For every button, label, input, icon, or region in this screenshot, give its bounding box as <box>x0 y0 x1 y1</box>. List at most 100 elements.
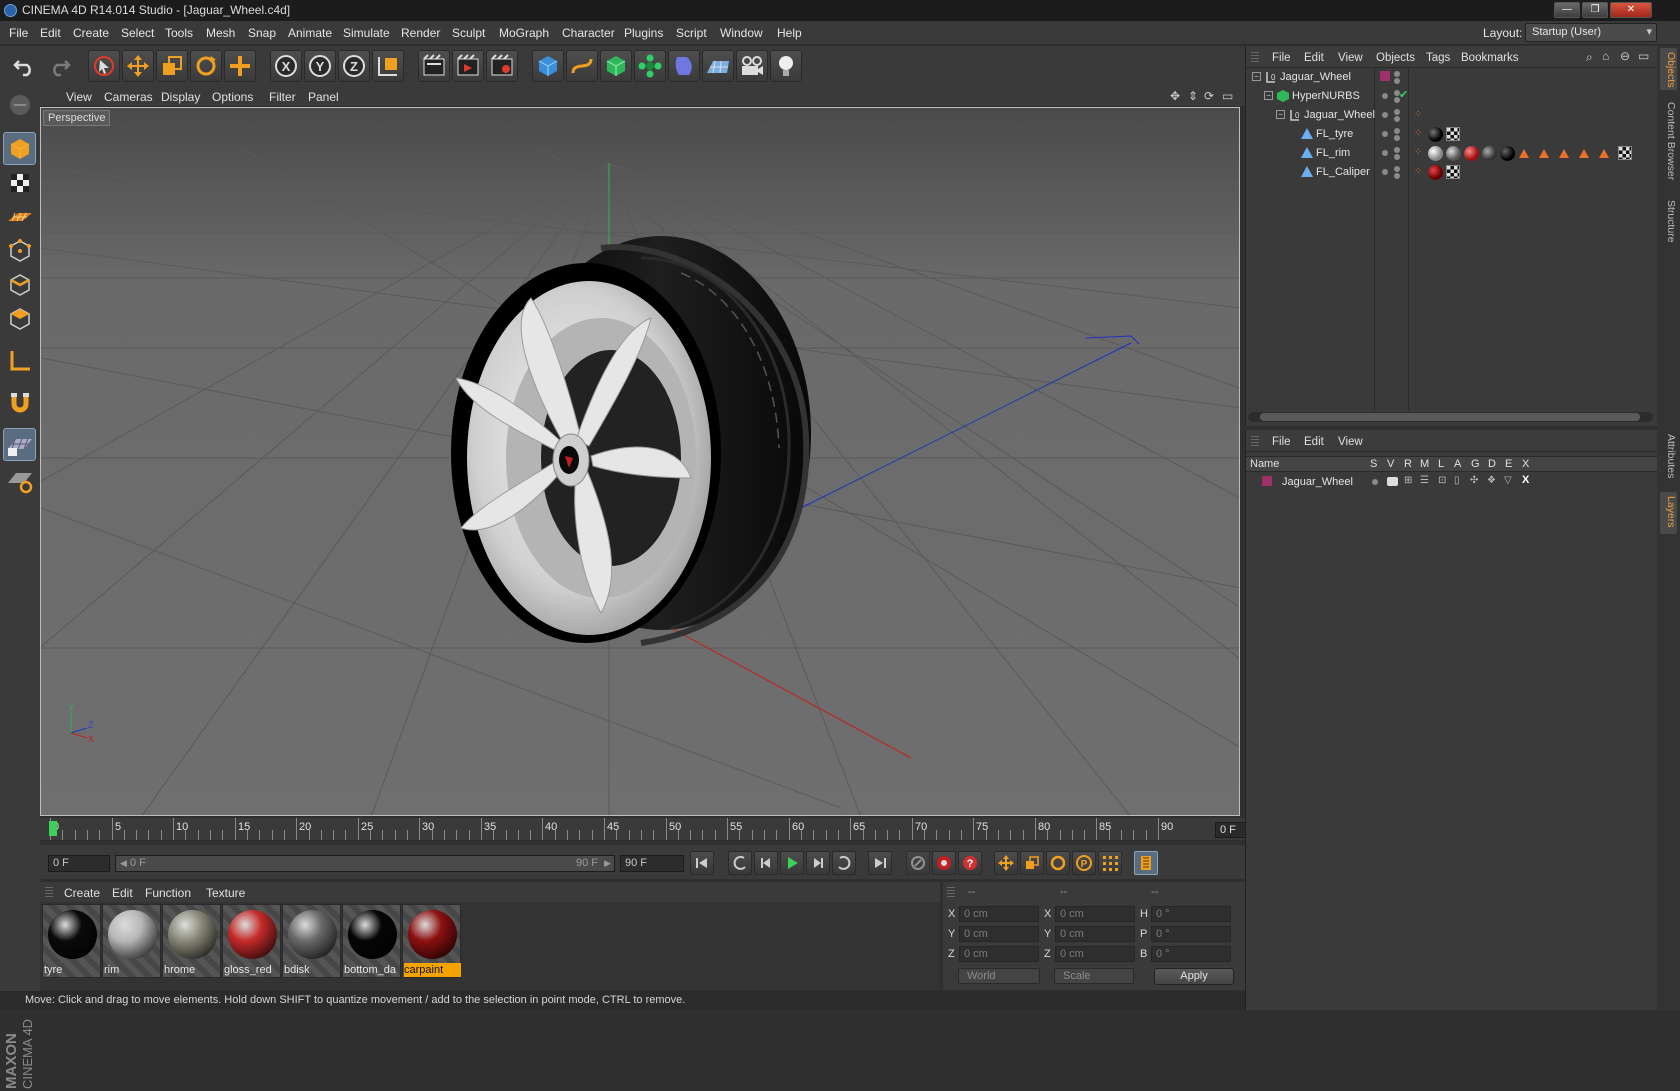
floor-icon[interactable] <box>702 50 734 82</box>
move-icon[interactable] <box>122 50 154 82</box>
previous-key-button[interactable] <box>728 851 752 875</box>
solo-toggle[interactable] <box>1372 479 1378 485</box>
maximize-button[interactable]: ❐ <box>1582 2 1608 18</box>
phong-tag-icon[interactable]: ⁘ <box>1414 147 1422 158</box>
point-level-animation-button[interactable] <box>1098 851 1122 875</box>
xref-toggle-icon[interactable]: X <box>1522 474 1529 486</box>
menu-file[interactable]: File <box>9 26 28 40</box>
col-manager[interactable]: M <box>1420 458 1429 470</box>
uvw-tag-icon[interactable] <box>1446 165 1460 179</box>
selection-tag-icon[interactable] <box>1579 149 1589 158</box>
material-tag-hrome[interactable] <box>1446 146 1461 161</box>
coordinate-system-icon[interactable] <box>372 50 404 82</box>
material-tag-gloss-red[interactable] <box>1464 146 1479 161</box>
object-row-hypernurbs[interactable]: − HyperNURBS ✔ <box>1246 86 1658 106</box>
coordinate-space-dropdown[interactable]: World <box>958 968 1040 984</box>
generator-toggle-icon[interactable]: ✣ <box>1470 475 1478 486</box>
uvw-tag-icon[interactable] <box>1446 127 1460 141</box>
range-right-arrow[interactable]: ▶ <box>604 856 611 871</box>
object-row-fl-rim[interactable]: FL_rim ⁘ <box>1246 143 1658 163</box>
material-swatch[interactable]: tyre <box>42 904 101 978</box>
material-tag-rim[interactable] <box>1428 146 1443 161</box>
menu-snap[interactable]: Snap <box>248 26 276 40</box>
menu-select[interactable]: Select <box>121 26 154 40</box>
render-visibility-dot[interactable] <box>1394 135 1400 141</box>
next-frame-button[interactable] <box>806 851 830 875</box>
timeline-ruler[interactable]: 051015202530354045505560657075808590 0 F <box>40 818 1279 840</box>
viewport-zoom-icon[interactable]: ⇕ <box>1188 89 1198 103</box>
goto-end-button[interactable] <box>868 851 892 875</box>
menu-plugins[interactable]: Plugins <box>624 26 663 40</box>
col-generators[interactable]: G <box>1471 458 1480 470</box>
nurbs-icon[interactable] <box>600 50 632 82</box>
render-visibility-dot[interactable] <box>1394 116 1400 122</box>
home-icon[interactable]: ⌂ <box>1602 49 1609 63</box>
polygons-mode-icon[interactable] <box>3 302 36 335</box>
model-mode-icon[interactable] <box>3 132 36 165</box>
range-left-arrow[interactable]: ◀ <box>120 858 127 868</box>
live-selection-icon[interactable] <box>88 50 120 82</box>
pos-y-field[interactable]: 0 cm <box>959 926 1039 942</box>
menu-animate[interactable]: Animate <box>288 26 332 40</box>
viewport-menu-filter[interactable]: Filter <box>269 90 296 104</box>
panel-grip-icon[interactable] <box>1251 436 1259 446</box>
workplane-icon[interactable] <box>3 200 36 233</box>
scale-icon[interactable] <box>156 50 188 82</box>
material-tag-bdisk[interactable] <box>1482 146 1497 161</box>
expression-toggle-icon[interactable]: ▽ <box>1504 475 1512 486</box>
editor-visibility-dot[interactable] <box>1382 131 1388 137</box>
jaguar-wheel-model[interactable] <box>451 236 811 646</box>
previous-frame-button[interactable] <box>754 851 778 875</box>
layout-dropdown[interactable]: Startup (User) <box>1525 23 1657 42</box>
scale-track-button[interactable] <box>1020 851 1044 875</box>
menu-script[interactable]: Script <box>676 26 707 40</box>
viewport-menu-display[interactable]: Display <box>161 90 200 104</box>
object-row-fl-tyre[interactable]: FL_tyre ⁘ <box>1246 124 1658 144</box>
record-active-objects-button[interactable] <box>906 851 930 875</box>
camera-icon[interactable] <box>736 50 768 82</box>
material-menu-texture[interactable]: Texture <box>206 886 245 900</box>
locked-workplane-icon[interactable] <box>3 428 36 461</box>
view-toggle-eye-icon[interactable] <box>1387 477 1398 486</box>
render-visibility-dot[interactable] <box>1394 173 1400 179</box>
collapse-icon[interactable]: − <box>1252 72 1261 81</box>
points-mode-icon[interactable] <box>3 234 36 267</box>
editor-visibility-dot[interactable] <box>1382 93 1388 99</box>
minimize-button[interactable]: — <box>1554 2 1580 18</box>
objects-menu-edit[interactable]: Edit <box>1304 52 1324 64</box>
preview-range-slider[interactable]: ◀ 0 F 90 F ▶ <box>115 855 615 872</box>
play-button[interactable] <box>780 851 804 875</box>
rot-b-field[interactable]: 0 ° <box>1151 946 1231 962</box>
material-swatch[interactable]: bottom_da <box>342 904 401 978</box>
make-editable-icon[interactable] <box>3 88 36 121</box>
selection-tag-icon[interactable] <box>1519 149 1529 158</box>
tab-structure[interactable]: Structure <box>1660 196 1677 252</box>
viewport-menu-options[interactable]: Options <box>212 90 253 104</box>
redo-icon[interactable] <box>44 50 76 82</box>
viewport-menu-view[interactable]: View <box>66 90 92 104</box>
menu-tools[interactable]: Tools <box>165 26 193 40</box>
z-axis-icon[interactable]: Z <box>338 50 370 82</box>
render-visibility-dot[interactable] <box>1394 109 1400 115</box>
end-frame-field[interactable]: 90 F <box>620 855 684 872</box>
parameter-track-button[interactable]: P <box>1072 851 1096 875</box>
rotation-track-button[interactable] <box>1046 851 1070 875</box>
col-deformers[interactable]: D <box>1488 458 1496 470</box>
material-tag-bottom-da[interactable] <box>1500 146 1515 161</box>
editor-visibility-dot[interactable] <box>1382 150 1388 156</box>
light-icon[interactable] <box>770 50 802 82</box>
cube-primitive-icon[interactable] <box>532 50 564 82</box>
deformer-icon[interactable] <box>668 50 700 82</box>
viewport-menu-cameras[interactable]: Cameras <box>104 90 153 104</box>
lock-toggle-icon[interactable]: ⊡ <box>1438 475 1446 486</box>
render-picture-viewer-icon[interactable] <box>452 50 484 82</box>
panel-grip-icon[interactable] <box>1251 52 1259 62</box>
material-swatch[interactable]: carpaint <box>402 904 461 978</box>
menu-simulate[interactable]: Simulate <box>343 26 390 40</box>
viewport-move-icon[interactable]: ✥ <box>1170 89 1180 103</box>
deformer-toggle-icon[interactable]: ❖ <box>1487 475 1496 486</box>
objects-menu-file[interactable]: File <box>1272 52 1291 64</box>
panel-grip-icon[interactable] <box>45 887 53 897</box>
render-visibility-dot[interactable] <box>1394 166 1400 172</box>
panel-grip-icon[interactable] <box>947 887 955 897</box>
